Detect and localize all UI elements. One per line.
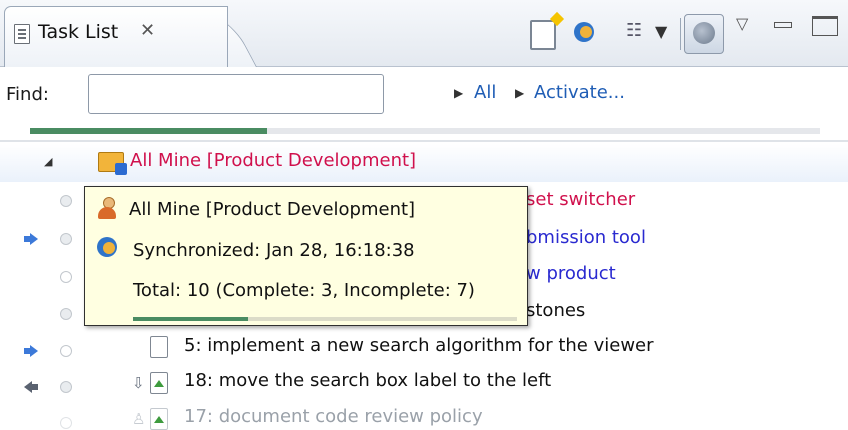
- all-triangle-icon: ▶: [454, 86, 464, 100]
- priority-arrow-icon: ⇩: [132, 374, 145, 392]
- list-divider: [0, 140, 848, 142]
- category-tooltip: All Mine [Product Development] Synchroni…: [84, 186, 528, 326]
- query-folder-icon: [98, 152, 127, 175]
- focus-on-workweek-icon[interactable]: [684, 14, 724, 54]
- task-list-icon: [14, 24, 30, 44]
- synchronize-icon: [97, 237, 119, 259]
- task-row-text[interactable]: w product: [526, 263, 616, 284]
- collapse-triangle-icon[interactable]: ◢: [44, 155, 52, 168]
- synchronize-icon[interactable]: [572, 20, 598, 46]
- progress-fill: [30, 128, 267, 134]
- task-icon: [150, 336, 168, 358]
- status-dot: [60, 345, 72, 357]
- new-task-icon[interactable]: [530, 20, 556, 50]
- category-label: All Mine [Product Development]: [130, 150, 417, 171]
- view-menu-icon[interactable]: ▽: [736, 14, 748, 33]
- presentation-icon[interactable]: ☷: [626, 20, 646, 46]
- status-dot: [60, 233, 72, 245]
- maximize-icon[interactable]: [812, 16, 838, 36]
- minimize-icon[interactable]: [774, 22, 792, 28]
- activate-triangle-icon: ▶: [515, 86, 525, 100]
- tab-title: Task List: [38, 21, 119, 43]
- status-dot: [60, 381, 72, 393]
- tooltip-progress-fill: [133, 317, 249, 321]
- dropdown-arrow-icon[interactable]: ▼: [655, 22, 667, 41]
- tooltip-synchronized: Synchronized: Jan 28, 16:18:38: [133, 240, 415, 261]
- find-input[interactable]: [88, 74, 384, 114]
- outgoing-arrow-icon: [24, 381, 38, 393]
- tooltip-title: All Mine [Product Development]: [129, 199, 416, 220]
- find-label: Find:: [6, 84, 49, 105]
- status-dot: [60, 271, 72, 283]
- task-row-text[interactable]: bmission tool: [526, 227, 646, 248]
- task-row-text[interactable]: 5: implement a new search algorithm for …: [184, 335, 654, 356]
- task-repository-icon: [150, 408, 168, 430]
- incoming-arrow-icon: [24, 345, 38, 357]
- toolbar-separator: [680, 18, 681, 50]
- incoming-arrow-icon: [24, 233, 38, 245]
- task-row-text[interactable]: stones: [526, 300, 585, 321]
- activate-link[interactable]: Activate...: [534, 82, 625, 103]
- all-filter-link[interactable]: All: [474, 82, 496, 103]
- task-repository-icon: [150, 372, 168, 394]
- status-dot: [60, 308, 72, 320]
- priority-icon: ♙: [132, 410, 146, 428]
- status-dot: [60, 417, 72, 429]
- task-row-text[interactable]: set switcher: [526, 189, 635, 210]
- tooltip-total: Total: 10 (Complete: 3, Incomplete: 7): [133, 280, 475, 301]
- task-row-text[interactable]: 18: move the search box label to the lef…: [184, 370, 551, 391]
- tab-close-icon[interactable]: ✕: [140, 20, 155, 41]
- person-icon: [97, 197, 117, 219]
- task-row-text[interactable]: 17: document code review policy: [184, 406, 483, 427]
- status-dot: [60, 195, 72, 207]
- category-row[interactable]: [0, 144, 848, 182]
